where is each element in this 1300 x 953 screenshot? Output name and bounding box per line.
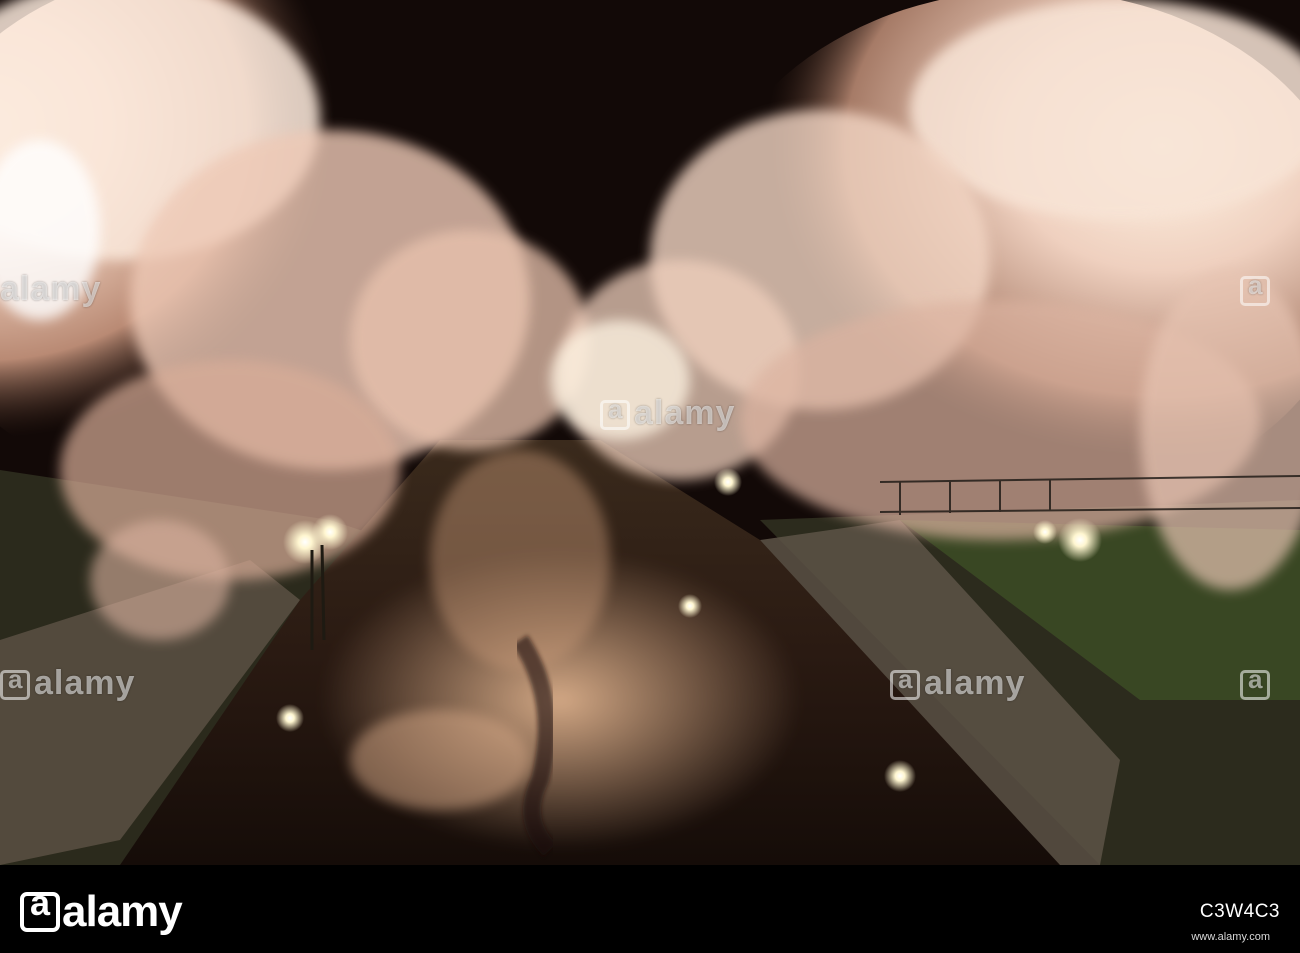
watermark: alamy — [0, 664, 135, 703]
watermark — [1240, 270, 1274, 309]
site-url: www.alamy.com — [1191, 931, 1270, 943]
watermark: alamy — [0, 270, 101, 309]
photo: alamy alamy alamy alamy — [0, 0, 1300, 865]
watermark: alamy — [890, 664, 1025, 703]
watermark — [1240, 664, 1274, 703]
watermark-text: alamy — [34, 664, 136, 702]
alamy-logo-icon — [20, 882, 60, 932]
watermark-text: alamy — [924, 664, 1026, 702]
watermark-text: alamy — [634, 394, 736, 432]
image-id: C3W4C3 — [1200, 901, 1280, 923]
logo-text: alamy — [62, 887, 183, 936]
watermark: alamy — [600, 394, 735, 433]
watermark-text: alamy — [0, 270, 102, 308]
alamy-logo: alamy — [20, 882, 183, 937]
image-code: C3W4C3 — [1199, 901, 1280, 922]
footer-bar: alamy C3W4C3 www.alamy.com — [0, 865, 1300, 953]
